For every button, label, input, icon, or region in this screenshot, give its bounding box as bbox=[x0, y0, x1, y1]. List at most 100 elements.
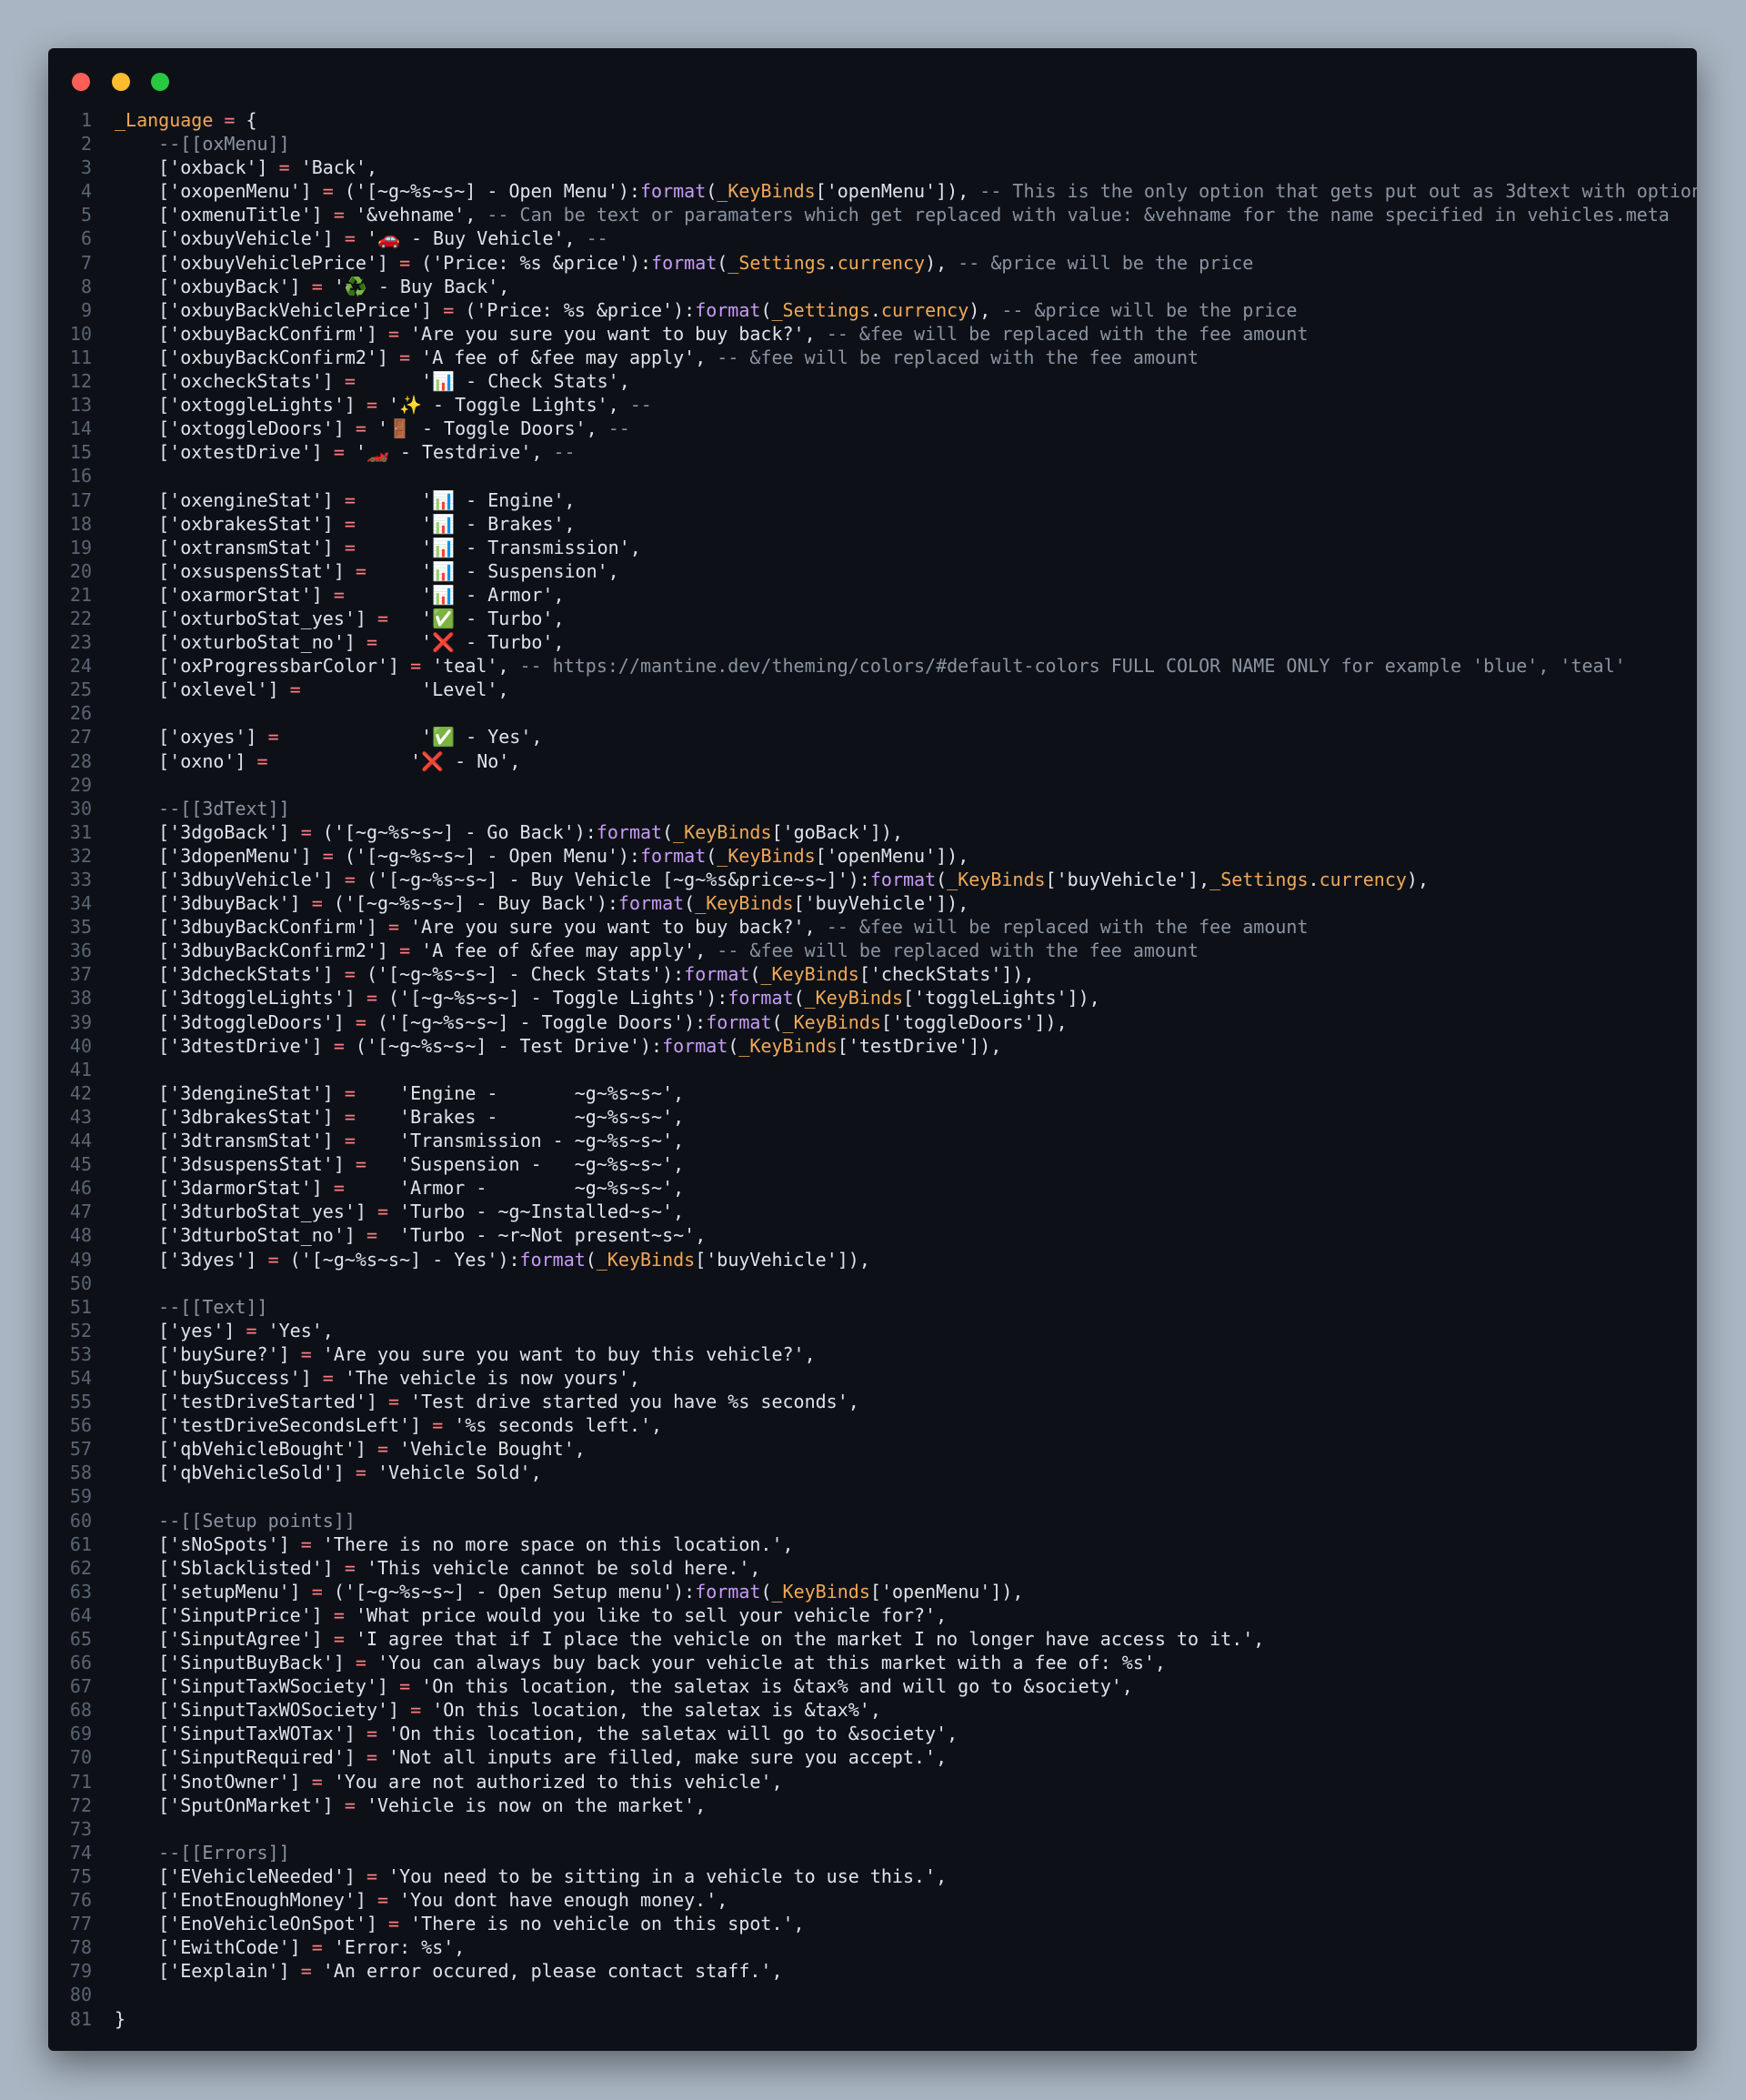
code-token: '📊 - Suspension', bbox=[366, 559, 619, 582]
code-editor[interactable]: 1 _Language = {2 --[[oxMenu]] 3 ['oxback']… bbox=[48, 108, 1697, 2031]
code-token: _KeyBinds bbox=[596, 1248, 696, 1271]
code-text: ['Eexplain'] = 'An error occured, please… bbox=[92, 1959, 782, 1983]
code-text: ['testDriveSecondsLeft'] = '%s seconds l… bbox=[92, 1413, 662, 1437]
code-token: ['3dturboStat_no'] bbox=[115, 1224, 366, 1247]
code-token: = bbox=[344, 1105, 356, 1128]
code-token: format bbox=[695, 298, 761, 321]
code-token: ( bbox=[760, 1580, 772, 1603]
code-token: '🏎️ - Testdrive', bbox=[344, 441, 554, 464]
code-token: = bbox=[355, 1153, 366, 1176]
code-token: '✨ - Toggle Lights', bbox=[377, 394, 630, 417]
close-dot-icon[interactable] bbox=[72, 73, 90, 91]
code-token: ['oxopenMenu'] bbox=[115, 180, 323, 203]
code-token: ['oxbuyBackVehiclePrice'] bbox=[115, 298, 444, 321]
code-line: 79 ['Eexplain'] = 'An error occured, ple… bbox=[48, 1959, 1697, 1983]
line-number: 59 bbox=[69, 1485, 92, 1508]
code-token: 'You need to be sitting in a vehicle to … bbox=[377, 1864, 948, 1887]
code-line: 5 ['oxmenuTitle'] = '&vehname', -- Can b… bbox=[48, 203, 1697, 226]
code-token: = bbox=[333, 1177, 345, 1200]
line-number: 15 bbox=[69, 441, 92, 464]
code-text: ['3dbuyBackConfirm'] = 'Are you sure you… bbox=[92, 915, 1308, 939]
code-text: ['oxProgressbarColor'] = 'teal', -- http… bbox=[92, 654, 1626, 678]
line-number: 68 bbox=[69, 1699, 92, 1722]
code-line: 30 --[[3dText]] bbox=[48, 797, 1697, 820]
code-text: ['3dturboStat_no'] = 'Turbo - ~r~Not pre… bbox=[92, 1223, 706, 1247]
code-token: = bbox=[399, 251, 411, 274]
code-token: = bbox=[344, 1794, 356, 1816]
code-line: 60 --[[Setup points]] bbox=[48, 1509, 1697, 1532]
line-number: 24 bbox=[69, 655, 92, 678]
code-token: = bbox=[399, 346, 411, 368]
code-line: 56 ['testDriveSecondsLeft'] = '%s second… bbox=[48, 1413, 1697, 1437]
code-text: ['SinputRequired'] = 'Not all inputs are… bbox=[92, 1745, 947, 1769]
code-token: ['sNoSpots'] bbox=[115, 1532, 301, 1555]
line-number: 7 bbox=[80, 251, 92, 274]
code-line: 15 ['oxtestDrive'] = '🏎️ - Testdrive', -… bbox=[48, 440, 1697, 464]
code-token: = bbox=[300, 1342, 312, 1365]
code-token: ('[~g~%s~s~] - Yes'): bbox=[278, 1248, 520, 1271]
code-token: ['oxtoggleDoors'] bbox=[115, 417, 356, 440]
code-line: 81} bbox=[48, 2007, 1697, 2031]
code-token: = bbox=[333, 1603, 345, 1626]
line-number: 80 bbox=[69, 1984, 92, 2006]
code-token: _KeyBinds bbox=[804, 987, 903, 1010]
minimize-dot-icon[interactable] bbox=[111, 73, 130, 91]
line-number: 46 bbox=[69, 1177, 92, 1200]
code-line: 76 ['EnotEnoughMoney'] = 'You dont have … bbox=[48, 1888, 1697, 1912]
code-token: _Settings bbox=[1209, 869, 1309, 890]
code-token: ['Sblacklisted'] bbox=[115, 1556, 345, 1579]
line-number: 73 bbox=[69, 1817, 92, 1840]
code-text: --[[3dText]] bbox=[92, 797, 290, 820]
code-token: ( bbox=[771, 1010, 783, 1033]
code-token: 'Are you sure you want to buy this vehic… bbox=[311, 1342, 816, 1365]
code-text: --[[oxMenu]] bbox=[92, 132, 290, 156]
line-number: 19 bbox=[69, 536, 92, 558]
code-token: ['oxsuspensStat'] bbox=[115, 559, 356, 582]
code-token: = bbox=[322, 180, 334, 203]
code-token: ['buySuccess'] bbox=[115, 1366, 323, 1389]
code-line: 19 ['oxtransmStat'] = '📊 - Transmission'… bbox=[48, 536, 1697, 559]
code-text: ['Sblacklisted'] = 'This vehicle cannot … bbox=[92, 1556, 760, 1580]
code-token: ['checkStats']), bbox=[858, 963, 1035, 986]
code-token: ( bbox=[717, 251, 728, 274]
code-token: ['oxbuyBackConfirm'] bbox=[115, 322, 389, 345]
line-number: 8 bbox=[80, 275, 92, 297]
code-token: 'You dont have enough money.', bbox=[388, 1889, 728, 1912]
code-token: ['3dengineStat'] bbox=[115, 1081, 345, 1104]
line-number: 32 bbox=[69, 844, 92, 867]
code-token: ['setupMenu'] bbox=[115, 1580, 312, 1603]
code-text: ['oxengineStat'] = '📊 - Engine', bbox=[92, 488, 575, 512]
code-token: = bbox=[376, 1889, 389, 1912]
code-line: 67 ['SinputTaxWSociety'] = 'On this loca… bbox=[48, 1674, 1697, 1698]
code-token: '📊 - Check Stats', bbox=[355, 370, 630, 393]
code-token: ['testDrive']), bbox=[837, 1034, 1002, 1057]
code-line: 42 ['3dengineStat'] = 'Engine - ~g~%s~s~… bbox=[48, 1081, 1697, 1105]
code-token: _KeyBinds bbox=[695, 892, 794, 915]
code-token: _KeyBinds bbox=[760, 963, 859, 986]
line-number: 47 bbox=[69, 1201, 92, 1223]
code-text: ['SinputPrice'] = 'What price would you … bbox=[92, 1603, 947, 1627]
code-line: 33 ['3dbuyVehicle'] = ('[~g~%s~s~] - Buy… bbox=[48, 868, 1697, 891]
code-text: ['oxlevel'] = 'Level', bbox=[92, 678, 508, 701]
code-text: ['3dengineStat'] = 'Engine - ~g~%s~s~', bbox=[92, 1081, 684, 1105]
code-line: 35 ['3dbuyBackConfirm'] = 'Are you sure … bbox=[48, 915, 1697, 939]
line-number: 45 bbox=[69, 1153, 92, 1176]
line-number: 18 bbox=[69, 512, 92, 535]
line-number: 53 bbox=[69, 1342, 92, 1365]
code-token: ['SinputTaxWOTax'] bbox=[115, 1723, 366, 1745]
code-text: ['qbVehicleSold'] = 'Vehicle Sold', bbox=[92, 1461, 541, 1484]
code-window: 1 _Language = {2 --[[oxMenu]] 3 ['oxback']… bbox=[48, 48, 1697, 2051]
code-token: = bbox=[256, 749, 268, 772]
code-line: 70 ['SinputRequired'] = 'Not all inputs … bbox=[48, 1745, 1697, 1769]
code-token: = bbox=[355, 559, 366, 582]
code-token: _Settings bbox=[728, 251, 827, 274]
code-token: ['oxcheckStats'] bbox=[115, 370, 345, 393]
code-token: ['3dyes'] bbox=[115, 1248, 268, 1271]
code-token: = bbox=[355, 417, 366, 440]
code-token: 'The vehicle is now yours', bbox=[333, 1366, 640, 1389]
maximize-dot-icon[interactable] bbox=[151, 73, 170, 91]
code-token: ['SnotOwner'] bbox=[115, 1770, 312, 1793]
code-token: ), bbox=[968, 298, 1002, 321]
code-token: = bbox=[300, 1960, 312, 1983]
